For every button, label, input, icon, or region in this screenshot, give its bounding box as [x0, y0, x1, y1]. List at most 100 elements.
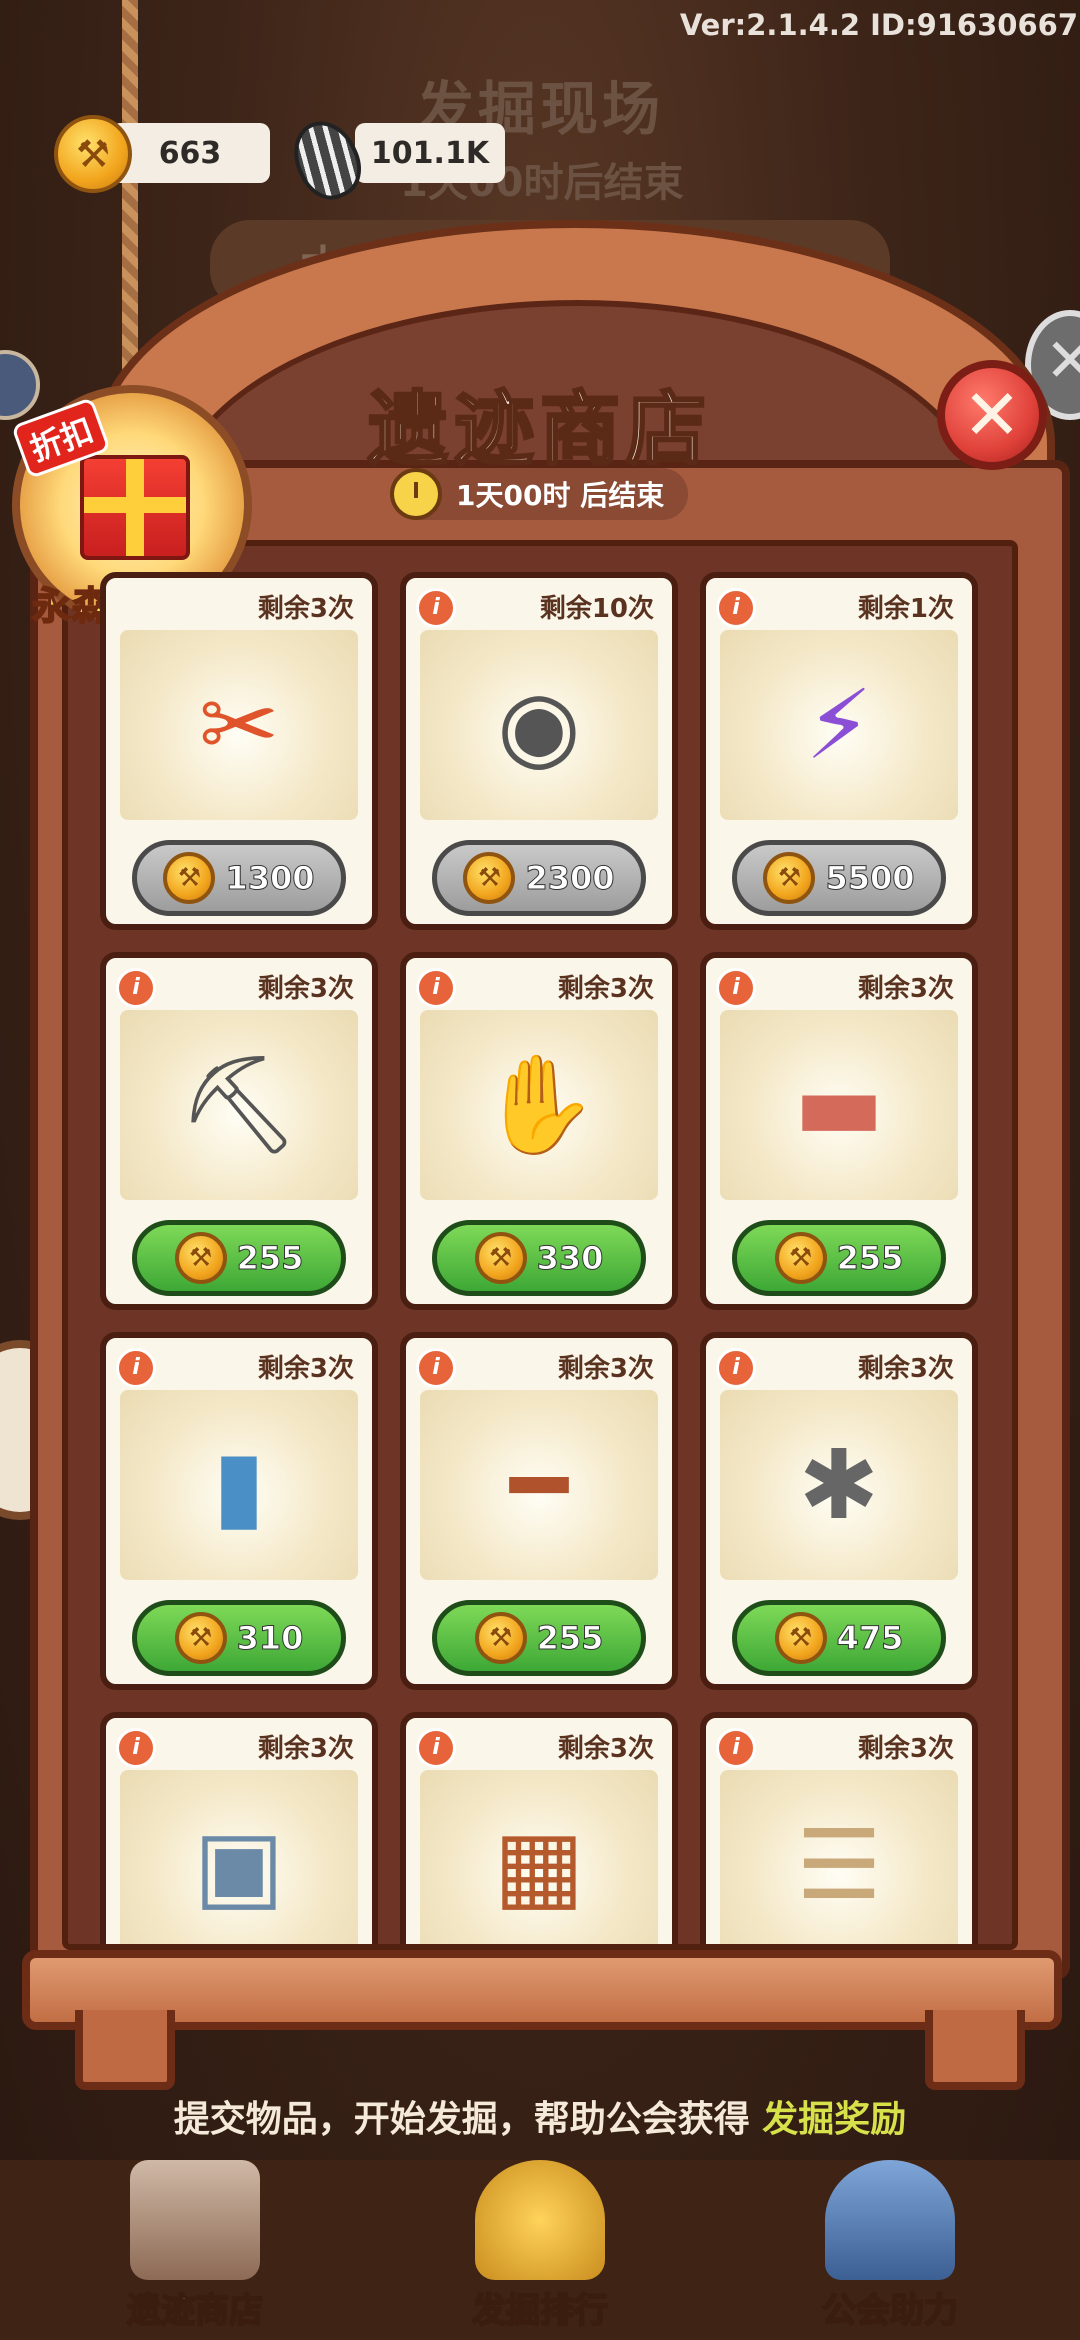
hint-text: 提交物品，开始发掘，帮助公会获得	[173, 2099, 750, 2140]
info-icon[interactable]: i	[416, 588, 456, 628]
buy-button[interactable]: ⚒ 1300	[132, 840, 346, 916]
shop-item-card[interactable]: ✂ 剩余3次 ⚒ 1300	[100, 572, 378, 930]
coin-icon: ⚒	[174, 1232, 227, 1284]
buy-button[interactable]: ⚒ 2300	[432, 840, 646, 916]
remaining-count: 剩余3次	[557, 1734, 654, 1764]
soap-bottle-icon: ▮	[212, 1429, 266, 1541]
coin-icon: ⚒	[763, 852, 816, 904]
coin-icon: ⚒	[174, 1612, 227, 1664]
price-label: 1300	[225, 859, 315, 898]
nav-guild-help[interactable]: 公会助力	[790, 2160, 990, 2340]
shovel-icon: ⛏	[178, 1048, 300, 1161]
shop-item-card[interactable]: ━ i 剩余3次 ⚒ 255	[400, 1332, 678, 1690]
coin-counter: 663	[110, 123, 270, 183]
scroll-icon: ☰	[795, 1809, 883, 1921]
buy-button[interactable]: ⚒ 255	[732, 1220, 946, 1296]
price-label: 475	[836, 1619, 904, 1658]
buy-button[interactable]: ⚒ 5500	[732, 840, 946, 916]
price-label: 255	[236, 1239, 304, 1278]
item-image: ⛏	[120, 1010, 358, 1200]
price-label: 330	[536, 1239, 604, 1278]
seed-counter: 101.1K	[355, 123, 505, 183]
info-icon[interactable]: i	[116, 1348, 156, 1388]
info-icon[interactable]: i	[716, 588, 756, 628]
item-image: ✱	[720, 1390, 958, 1580]
coin-icon: ⚒	[54, 115, 132, 193]
coin-icon: ⚒	[463, 852, 516, 904]
shelf-leg-left	[75, 2010, 175, 2090]
remaining-count: 剩余3次	[257, 1734, 354, 1764]
coin-icon: ⚒	[774, 1232, 827, 1284]
price-label: 310	[236, 1619, 304, 1658]
shop-item-card[interactable]: ☰ i 剩余3次	[700, 1712, 978, 1944]
coin-icon: ⚒	[163, 852, 216, 904]
remaining-count: 剩余3次	[257, 1354, 354, 1384]
info-icon[interactable]: i	[116, 968, 156, 1008]
level-tool-icon: ━	[510, 1429, 568, 1541]
remaining-count: 剩余3次	[257, 974, 354, 1004]
nav-label: 发掘排行	[471, 2290, 609, 2332]
item-image: ━	[420, 1390, 658, 1580]
rope-decoration	[122, 0, 138, 390]
clock-icon	[390, 468, 442, 520]
shop-item-card[interactable]: ◉50000i 剩余10次 ⚒2300	[400, 572, 678, 930]
shop-item-card[interactable]: ▣ i 剩余3次	[100, 1712, 378, 1944]
close-icon: ✕	[962, 374, 1022, 456]
shelf-leg-right	[925, 2010, 1025, 2090]
relic-shop-icon	[130, 2160, 260, 2280]
remaining-count: 剩余3次	[857, 1734, 954, 1764]
sunflower-seeds-icon: ◉	[497, 669, 581, 781]
shop-item-card[interactable]: ✱ i 剩余3次 ⚒ 475	[700, 1332, 978, 1690]
item-image: ✋	[420, 1010, 658, 1200]
coin-icon: ⚒	[774, 1612, 827, 1664]
info-icon[interactable]: i	[116, 1728, 156, 1768]
info-icon[interactable]: i	[716, 1728, 756, 1768]
close-button[interactable]: ✕	[937, 360, 1047, 470]
item-image: ⚡	[720, 630, 958, 820]
remaining-count: 剩余3次	[857, 974, 954, 1004]
shop-item-card[interactable]: ✋ i 剩余3次 ⚒ 330	[400, 952, 678, 1310]
coin-icon: ⚒	[474, 1232, 527, 1284]
energy-ticket-icon: ⚡	[805, 669, 873, 781]
price-label: 2300	[525, 859, 615, 898]
shop-item-card[interactable]: ⚡ i 剩余1次 ⚒ 5500	[700, 572, 978, 930]
buy-button[interactable]: ⚒ 255	[432, 1600, 646, 1676]
shop-item-card[interactable]: ▮ i 剩余3次 ⚒ 310	[100, 1332, 378, 1690]
shelf-base	[22, 1950, 1062, 2030]
info-icon[interactable]: i	[416, 1348, 456, 1388]
info-icon[interactable]: i	[716, 1348, 756, 1388]
screws-icon: ✱	[798, 1429, 880, 1541]
nav-label: 遗迹商店	[126, 2290, 264, 2332]
item-image: ◉50000	[420, 630, 658, 880]
version-label: Ver:2.1.4.2 ID:91630667	[679, 8, 1078, 42]
info-icon[interactable]: i	[416, 1728, 456, 1768]
item-image: ☰	[720, 1770, 958, 1944]
hint-highlight: 发掘奖励	[762, 2099, 907, 2140]
item-image: ▮	[120, 1390, 358, 1580]
remaining-count: 剩余1次	[857, 594, 954, 624]
remaining-count: 剩余3次	[857, 1354, 954, 1384]
nav-ranking[interactable]: 发掘排行	[440, 2160, 640, 2340]
buy-button[interactable]: ⚒ 475	[732, 1600, 946, 1676]
buy-button[interactable]: ⚒ 310	[132, 1600, 346, 1676]
nav-relic-shop[interactable]: 遗迹商店	[95, 2160, 295, 2340]
info-icon[interactable]: i	[416, 968, 456, 1008]
tin-can-icon: ▣	[193, 1809, 285, 1921]
buy-button[interactable]: ⚒ 330	[432, 1220, 646, 1296]
gift-box-icon	[80, 455, 190, 560]
guild-shield-icon	[825, 2160, 955, 2280]
item-image: ✂	[120, 630, 358, 820]
wood-planks-icon: ▦	[493, 1809, 585, 1921]
trophy-icon	[475, 2160, 605, 2280]
price-label: 255	[536, 1619, 604, 1658]
scissors-icon: ✂	[198, 669, 280, 781]
shop-item-card[interactable]: ▬ i 剩余3次 ⚒ 255	[700, 952, 978, 1310]
shop-item-card[interactable]: ⛏ i 剩余3次 ⚒ 255	[100, 952, 378, 1310]
buy-button[interactable]: ⚒ 255	[132, 1220, 346, 1296]
item-image: ▣	[120, 1770, 358, 1944]
shop-item-card[interactable]: ▦ i 剩余3次	[400, 1712, 678, 1944]
remaining-count: 剩余10次	[539, 594, 654, 624]
info-icon[interactable]: i	[716, 968, 756, 1008]
coin-icon: ⚒	[474, 1612, 527, 1664]
shop-timer: 1天00时 后结束	[390, 468, 688, 520]
